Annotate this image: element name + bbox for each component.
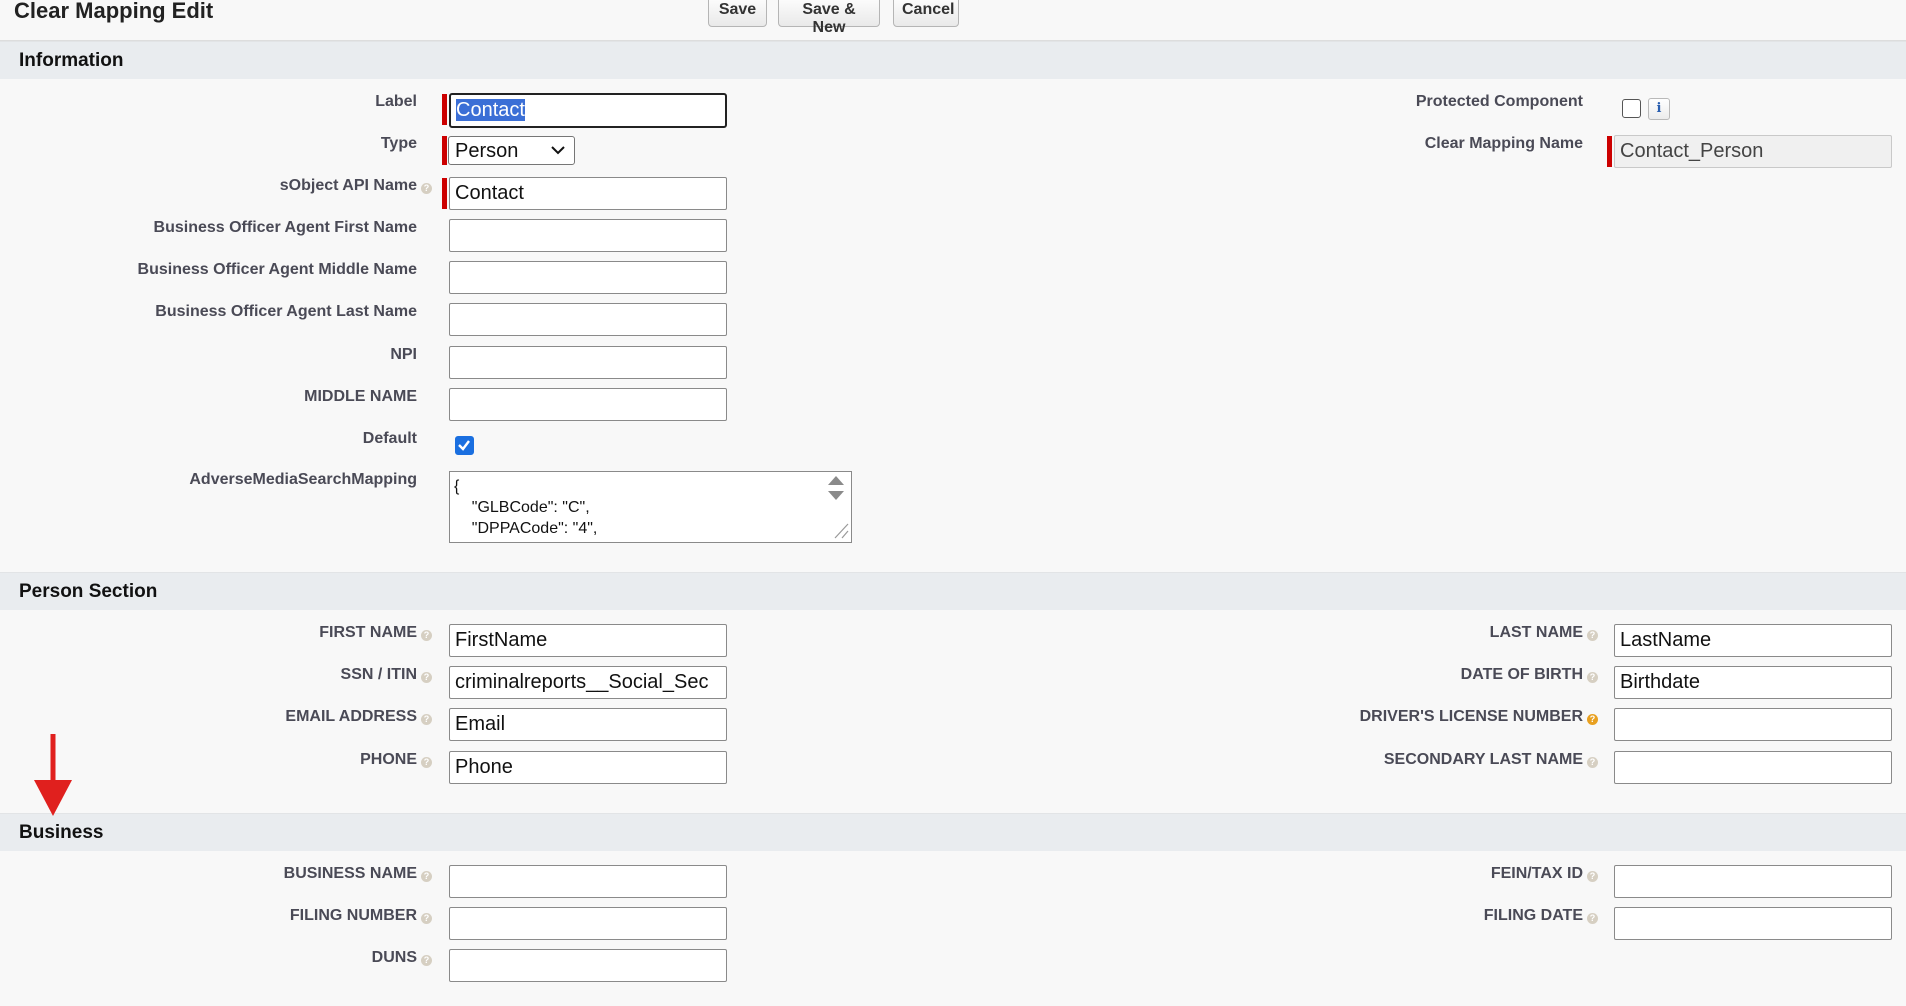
help-icon[interactable]: ? (1587, 913, 1598, 924)
save-button[interactable]: Save (708, 0, 767, 27)
protected-component-label: Protected Component (1415, 93, 1583, 110)
middle-name-label: MIDDLE NAME (304, 388, 417, 405)
help-icon[interactable]: ? (1587, 672, 1598, 683)
first-name-label: FIRST NAME (319, 624, 417, 641)
protected-component-checkbox[interactable] (1622, 99, 1641, 118)
filing-date-input[interactable] (1614, 907, 1892, 940)
last-name-input[interactable]: LastName (1614, 624, 1892, 657)
help-icon[interactable]: ? (1587, 630, 1598, 641)
adverse-media-label: AdverseMediaSearchMapping (189, 471, 417, 488)
sobject-api-name-input[interactable]: Contact (449, 177, 727, 210)
required-marker (442, 94, 447, 125)
bo-last-name-input[interactable] (449, 303, 727, 336)
business-name-label: BUSINESS NAME (283, 865, 417, 882)
bo-middle-name-label: Business Officer Agent Middle Name (137, 261, 417, 278)
required-marker (1607, 136, 1612, 167)
duns-label: DUNS (371, 949, 417, 966)
middle-name-input[interactable] (449, 388, 727, 421)
secondary-last-name-input[interactable] (1614, 751, 1892, 784)
cancel-button[interactable]: Cancel (893, 0, 959, 27)
bo-last-name-label: Business Officer Agent Last Name (155, 303, 417, 320)
business-name-input[interactable] (449, 865, 727, 898)
label-label: Label (375, 93, 417, 110)
bo-first-name-input[interactable] (449, 219, 727, 252)
filing-number-input[interactable] (449, 907, 727, 940)
clear-mapping-name-label: Clear Mapping Name (1424, 135, 1583, 152)
label-input[interactable]: Contact (449, 93, 727, 128)
adverse-media-textarea[interactable]: { "GLBCode": "C", "DPPACode": "4", (449, 471, 852, 543)
help-icon[interactable]: ? (421, 183, 432, 194)
email-address-label: EMAIL ADDRESS (285, 708, 417, 725)
bo-first-name-label: Business Officer Agent First Name (153, 219, 417, 236)
required-marker (442, 136, 447, 165)
email-address-input[interactable]: Email (449, 708, 727, 741)
npi-label: NPI (390, 346, 417, 363)
default-checkbox[interactable] (455, 436, 474, 455)
required-marker (442, 178, 447, 209)
default-label: Default (362, 430, 417, 447)
help-icon[interactable]: ? (421, 714, 432, 725)
section-header-business: Business (0, 813, 1906, 851)
ssn-input[interactable]: criminalreports__Social_Sec (449, 666, 727, 699)
help-icon[interactable]: ? (421, 672, 432, 683)
page-title: Clear Mapping Edit (14, 0, 214, 23)
type-select[interactable]: Person (448, 136, 575, 165)
npi-input[interactable] (449, 346, 727, 379)
bo-middle-name-input[interactable] (449, 261, 727, 294)
section-header-person: Person Section (0, 572, 1906, 610)
filing-number-label: FILING NUMBER (289, 907, 417, 924)
help-icon[interactable]: ? (421, 871, 432, 882)
red-down-arrow-icon (34, 734, 72, 816)
last-name-label: LAST NAME (1489, 624, 1583, 641)
chevron-down-icon (551, 146, 565, 155)
help-warning-icon[interactable]: ? (1587, 714, 1598, 725)
help-icon[interactable]: ? (421, 630, 432, 641)
clear-mapping-name-input[interactable]: Contact_Person (1614, 135, 1892, 168)
ssn-label: SSN / ITIN (340, 666, 417, 683)
checkmark-icon (458, 440, 470, 451)
help-icon[interactable]: ? (421, 955, 432, 966)
adverse-media-text: { "GLBCode": "C", "DPPACode": "4", (454, 478, 598, 537)
date-of-birth-label: DATE OF BIRTH (1460, 666, 1583, 683)
save-and-new-button[interactable]: Save & New (778, 0, 880, 36)
help-icon[interactable]: ? (1587, 871, 1598, 882)
phone-input[interactable]: Phone (449, 751, 727, 784)
duns-input[interactable] (449, 949, 727, 982)
help-icon[interactable]: ? (1587, 757, 1598, 768)
scroll-arrows-icon (828, 476, 849, 539)
sobject-api-name-label: sObject API Name (279, 177, 417, 194)
fein-input[interactable] (1614, 865, 1892, 898)
drivers-license-label: DRIVER'S LICENSE NUMBER (1359, 708, 1583, 725)
help-icon[interactable]: ? (421, 757, 432, 768)
help-icon[interactable]: ? (421, 913, 432, 924)
secondary-last-name-label: SECONDARY LAST NAME (1383, 751, 1583, 768)
textarea-scrollbar[interactable] (821, 472, 851, 542)
type-select-value: Person (455, 140, 519, 162)
date-of-birth-input[interactable]: Birthdate (1614, 666, 1892, 699)
filing-date-label: FILING DATE (1483, 907, 1583, 924)
first-name-input[interactable]: FirstName (449, 624, 727, 657)
drivers-license-input[interactable] (1614, 708, 1892, 741)
fein-label: FEIN/TAX ID (1490, 865, 1583, 882)
info-icon[interactable]: i (1648, 98, 1670, 120)
section-header-information: Information (0, 41, 1906, 79)
label-input-value: Contact (456, 99, 525, 121)
type-label: Type (380, 135, 417, 152)
